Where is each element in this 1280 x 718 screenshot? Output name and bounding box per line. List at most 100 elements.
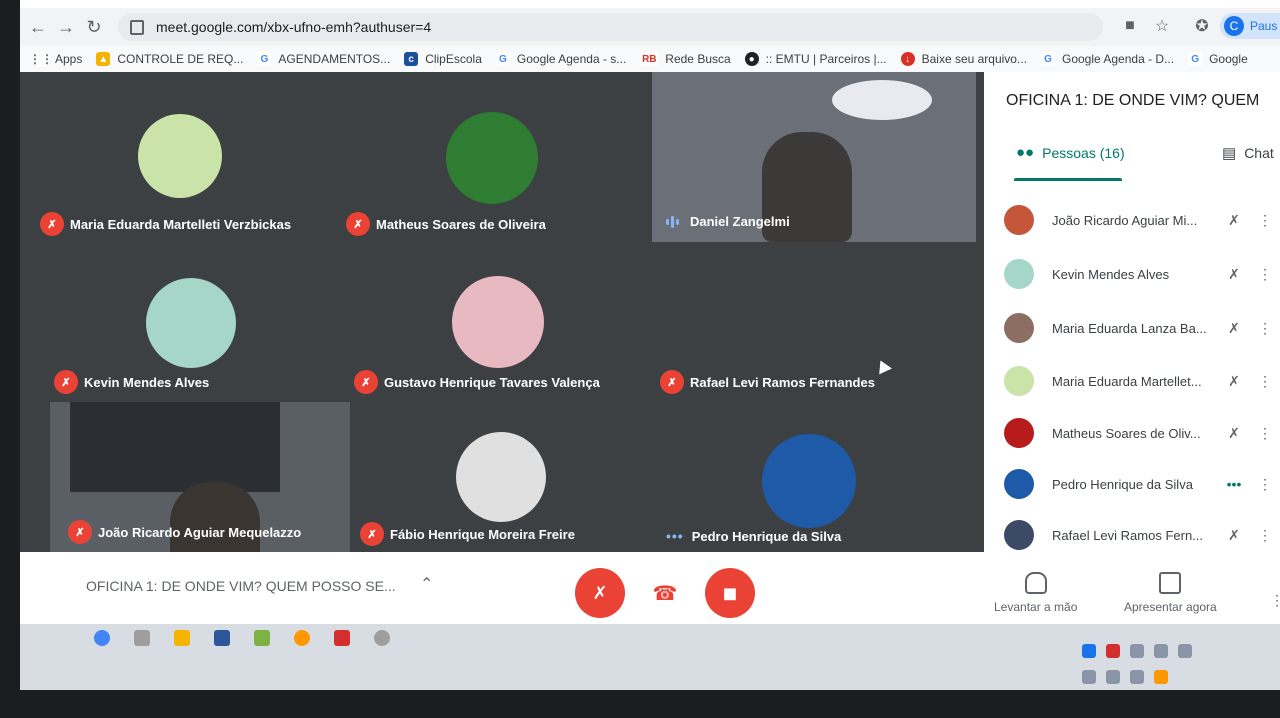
avatar xyxy=(456,432,546,522)
raise-hand-button[interactable]: Levantar a mão xyxy=(994,572,1077,614)
ceiling-light xyxy=(832,80,932,120)
person-name: João Ricardo Aguiar Mi... xyxy=(1052,212,1198,228)
tab-chat[interactable]: ▤ Chat xyxy=(1222,144,1274,162)
chrome-icon[interactable] xyxy=(94,630,110,646)
chevron-up-icon[interactable]: ⌃ xyxy=(420,574,433,594)
tray-icon[interactable] xyxy=(1178,644,1192,658)
camera-icon[interactable]: ■ xyxy=(1118,14,1142,38)
mic-toggle-button[interactable]: ✗ xyxy=(575,568,625,618)
camera-toggle-button[interactable]: ◼ xyxy=(705,568,755,618)
side-panel-title: OFICINA 1: DE ONDE VIM? QUEM xyxy=(1006,92,1260,109)
profile-button[interactable]: C Paus xyxy=(1220,13,1280,39)
avatar xyxy=(1004,469,1034,499)
folder-icon[interactable] xyxy=(134,630,150,646)
participant-grid: ✗ Maria Eduarda Martelleti Verzbickas ✗ … xyxy=(20,72,984,552)
bookmark-agendamentos[interactable]: G AGENDAMENTOS... xyxy=(257,52,390,66)
mic-off-icon: ✗ xyxy=(1228,372,1240,389)
more-options-icon[interactable]: ⋮ xyxy=(1258,266,1272,283)
present-now-button[interactable]: Apresentar agora xyxy=(1124,572,1217,614)
person-row[interactable]: Pedro Henrique da Silva ••• ⋮ xyxy=(1004,464,1280,504)
apps-grid-icon: ⋮⋮ xyxy=(29,52,53,66)
participant-tile[interactable]: ✗ Rafael Levi Ramos Fernandes xyxy=(652,242,976,402)
avatar xyxy=(762,434,856,528)
app-icon[interactable] xyxy=(334,630,350,646)
monitor-bezel-bottom xyxy=(0,690,1280,718)
more-options-icon[interactable]: ⋮ xyxy=(1270,592,1280,609)
participant-label: ✗ Matheus Soares de Oliveira xyxy=(346,212,546,236)
profile-name: Paus xyxy=(1250,19,1278,33)
participant-tile[interactable]: ••• Pedro Henrique da Silva xyxy=(652,402,964,552)
participant-tile[interactable]: ✗ João Ricardo Aguiar Mequelazzo xyxy=(50,402,350,552)
word-icon[interactable] xyxy=(214,630,230,646)
mic-off-icon: ✗ xyxy=(1228,211,1240,228)
reload-icon[interactable]: ↻ xyxy=(80,13,108,41)
bookmark-baixe[interactable]: ↓ Baixe seu arquivo... xyxy=(900,52,1027,66)
participant-tile[interactable]: Daniel Zangelmi xyxy=(652,72,976,242)
person-row[interactable]: João Ricardo Aguiar Mi... ✗ ⋮ xyxy=(1004,200,1280,240)
participant-tile[interactable]: ✗ Gustavo Henrique Tavares Valença xyxy=(340,242,652,402)
participant-tile[interactable]: ✗ Kevin Mendes Alves xyxy=(20,242,340,402)
more-options-icon[interactable]: ⋮ xyxy=(1258,320,1272,337)
tab-chat-label: Chat xyxy=(1244,145,1274,161)
bookmark-clipescola[interactable]: c ClipEscola xyxy=(404,52,482,66)
bookmarks-bar: ⋮⋮ Apps ▲ CONTROLE DE REQ... G AGENDAMEN… xyxy=(20,46,1280,72)
shield-icon[interactable] xyxy=(1082,644,1096,658)
avatar xyxy=(138,114,222,198)
tray-icon[interactable] xyxy=(1106,644,1120,658)
bookmark-google-agenda-d[interactable]: G Google Agenda - D... xyxy=(1041,52,1174,66)
bookmark-rede-busca[interactable]: RB Rede Busca xyxy=(640,52,731,66)
avatar xyxy=(1004,259,1034,289)
extensions-icon[interactable]: ✪ xyxy=(1190,14,1214,38)
bookmark-emtu[interactable]: ● :: EMTU | Parceiros |... xyxy=(744,52,887,66)
more-options-icon[interactable]: ⋮ xyxy=(1258,212,1272,229)
address-bar[interactable]: meet.google.com/xbx-ufno-emh?authuser=4 xyxy=(118,13,1103,41)
leave-call-button[interactable]: ☎ xyxy=(640,568,690,618)
bookmark-controle[interactable]: ▲ CONTROLE DE REQ... xyxy=(96,52,243,66)
volume-icon[interactable] xyxy=(1130,670,1144,684)
star-icon[interactable]: ☆ xyxy=(1150,14,1174,38)
tab-people[interactable]: ●● Pessoas (16) xyxy=(1016,144,1125,161)
mic-off-icon: ✗ xyxy=(1228,265,1240,282)
raise-hand-label: Levantar a mão xyxy=(994,600,1078,614)
person-row[interactable]: Kevin Mendes Alves ✗ ⋮ xyxy=(1004,254,1280,294)
battery-icon[interactable] xyxy=(1154,670,1168,684)
bookmark-google[interactable]: G Google xyxy=(1188,52,1248,66)
participant-tile[interactable]: ✗ Fábio Henrique Moreira Freire xyxy=(350,402,652,552)
bookmark-label: Rede Busca xyxy=(665,52,731,66)
drive-icon: ▲ xyxy=(96,52,111,66)
keyboard-icon[interactable] xyxy=(1082,670,1096,684)
back-icon[interactable]: ← xyxy=(24,13,52,41)
more-options-icon[interactable]: ⋮ xyxy=(1258,373,1272,390)
connecting-dots-icon: ••• xyxy=(1226,476,1242,492)
google-icon: G xyxy=(1188,52,1203,66)
speaking-icon xyxy=(666,215,682,229)
tray-icon[interactable] xyxy=(1130,644,1144,658)
person-row[interactable]: Rafael Levi Ramos Fern... ✗ ⋮ xyxy=(1004,515,1280,555)
media-icon[interactable] xyxy=(294,630,310,646)
avatar xyxy=(1004,205,1034,235)
more-options-icon[interactable]: ⋮ xyxy=(1258,527,1272,544)
google-icon: G xyxy=(1041,52,1055,66)
bookmark-google-agenda[interactable]: G Google Agenda - s... xyxy=(495,52,626,66)
meeting-title[interactable]: OFICINA 1: DE ONDE VIM? QUEM POSSO SE... xyxy=(86,578,396,594)
more-options-icon[interactable]: ⋮ xyxy=(1258,476,1272,493)
rb-icon: RB xyxy=(640,52,659,66)
person-row[interactable]: Maria Eduarda Martellet... ✗ ⋮ xyxy=(1004,361,1280,401)
person-row[interactable]: Matheus Soares de Oliv... ✗ ⋮ xyxy=(1004,413,1280,453)
forward-icon[interactable]: → xyxy=(52,13,80,41)
avatar xyxy=(146,278,236,368)
participant-tile[interactable]: ✗ Maria Eduarda Martelleti Verzbickas xyxy=(20,72,340,236)
app-icon[interactable] xyxy=(374,630,390,646)
avatar: C xyxy=(1224,16,1244,36)
connecting-dots-icon: ••• xyxy=(666,528,684,544)
app-icon[interactable] xyxy=(174,630,190,646)
mic-off-icon: ✗ xyxy=(1228,424,1240,441)
participant-tile[interactable]: ✗ Matheus Soares de Oliveira xyxy=(340,72,652,236)
bookmark-apps[interactable]: ⋮⋮ Apps xyxy=(29,52,82,66)
person-row[interactable]: Maria Eduarda Lanza Ba... ✗ ⋮ xyxy=(1004,308,1280,348)
more-options-icon[interactable]: ⋮ xyxy=(1258,425,1272,442)
spreadsheet-icon[interactable] xyxy=(254,630,270,646)
participant-name: Kevin Mendes Alves xyxy=(84,374,210,390)
tray-icon[interactable] xyxy=(1154,644,1168,658)
network-icon[interactable] xyxy=(1106,670,1120,684)
